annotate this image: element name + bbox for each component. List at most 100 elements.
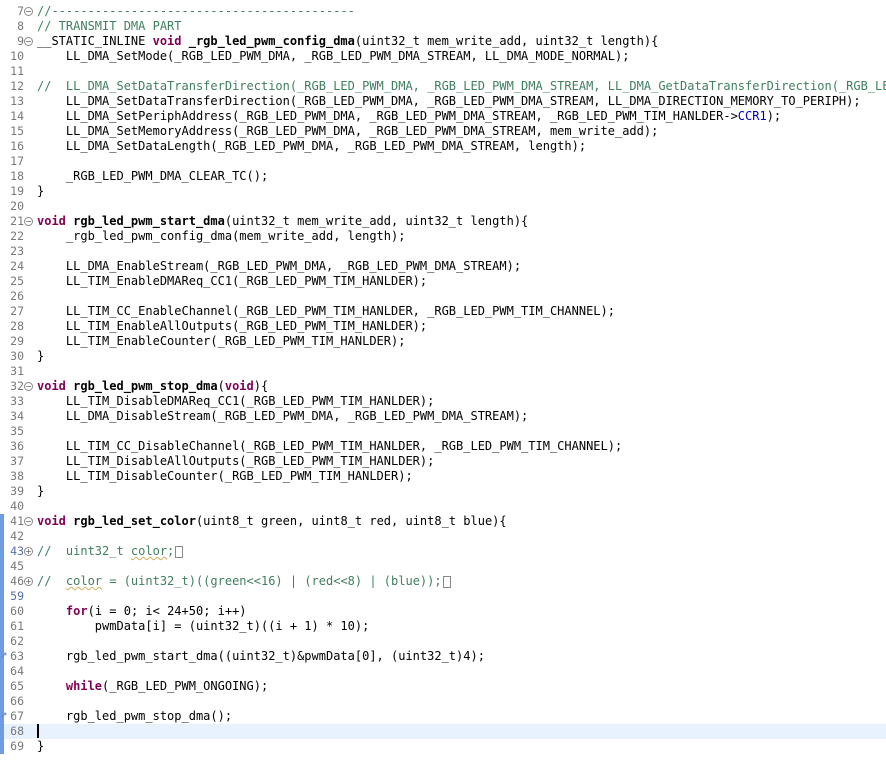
fold-collapse-icon[interactable]: − (24, 7, 33, 16)
line-number: 29 (10, 334, 24, 348)
code-line[interactable]: 9− __STATIC_INLINE void _rgb_led_pwm_conf… (0, 34, 886, 49)
line-number: 23 (10, 244, 24, 258)
line-number: 37 (10, 454, 24, 468)
code-token: void (37, 379, 74, 393)
line-number: 36 (10, 439, 24, 453)
code-line[interactable]: 28 LL_TIM_EnableAllOutputs(_RGB_LED_PWM_… (0, 319, 886, 334)
code-line[interactable]: 38 LL_TIM_DisableCounter(_RGB_LED_PWM_TI… (0, 469, 886, 484)
line-number: 68 (10, 724, 24, 738)
code-line[interactable]: 13 LL_DMA_SetDataTransferDirection(_RGB_… (0, 94, 886, 109)
code-line[interactable]: 40 (0, 499, 886, 514)
code-text: LL_TIM_CC_DisableChannel(_RGB_LED_PWM_TI… (37, 439, 622, 454)
code-token: (i = 0; i< 24+50; i++) (87, 604, 247, 618)
folded-region-icon[interactable] (175, 545, 184, 558)
code-token: // (37, 574, 66, 588)
code-text: // TRANSMIT DMA PART (37, 19, 182, 34)
code-line[interactable]: 17 (0, 154, 886, 169)
code-line[interactable]: 19} (0, 184, 886, 199)
code-line[interactable]: 36 LL_TIM_CC_DisableChannel(_RGB_LED_PWM… (0, 439, 886, 454)
line-number: 26 (10, 289, 24, 303)
code-line[interactable]: 64 (0, 664, 886, 679)
code-line[interactable]: 14 LL_DMA_SetPeriphAddress(_RGB_LED_PWM_… (0, 109, 886, 124)
code-line[interactable]: 34 LL_DMA_DisableStream(_RGB_LED_PWM_DMA… (0, 409, 886, 424)
code-line[interactable]: 20 (0, 199, 886, 214)
fold-collapse-icon[interactable]: − (24, 217, 33, 226)
line-number: 16 (10, 139, 24, 153)
code-line[interactable]: 39} (0, 484, 886, 499)
code-editor[interactable]: 7−//------------------------------------… (0, 0, 886, 760)
code-line[interactable]: 15 LL_DMA_SetMemoryAddress(_RGB_LED_PWM_… (0, 124, 886, 139)
code-line[interactable]: 24 LL_DMA_EnableStream(_RGB_LED_PWM_DMA,… (0, 259, 886, 274)
code-token: (uint32_t mem_write_add, uint32_t length… (354, 34, 659, 48)
code-text: } (37, 184, 44, 199)
code-text: LL_TIM_EnableCounter(_RGB_LED_PWM_TIM_HA… (37, 334, 406, 349)
code-line[interactable]: 10 LL_DMA_SetMode(_RGB_LED_PWM_DMA, _RGB… (0, 49, 886, 64)
code-line[interactable]: 7−//------------------------------------… (0, 4, 886, 19)
code-line[interactable]: 45 (0, 559, 886, 574)
code-line[interactable]: 21− void rgb_led_pwm_start_dma(uint32_t m… (0, 214, 886, 229)
code-line[interactable]: 41− void rgb_led_set_color(uint8_t green,… (0, 514, 886, 529)
code-text: LL_TIM_EnableDMAReq_CC1(_RGB_LED_PWM_TIM… (37, 274, 427, 289)
line-number: 67 (10, 709, 24, 723)
code-line[interactable]: 25 LL_TIM_EnableDMAReq_CC1(_RGB_LED_PWM_… (0, 274, 886, 289)
code-token: LL_TIM_CC_DisableChannel(_RGB_LED_PWM_TI… (37, 439, 623, 453)
code-line[interactable]: 32− void rgb_led_pwm_stop_dma(void){ (0, 379, 886, 394)
code-text: // uint32_t color; (37, 544, 184, 559)
code-line[interactable]: 23 (0, 244, 886, 259)
code-line[interactable]: 65 while(_RGB_LED_PWM_ONGOING); (0, 679, 886, 694)
code-token: color (65, 574, 103, 588)
code-line[interactable]: 26 (0, 289, 886, 304)
code-line[interactable]: 46 + // color = (uint32_t)((green<<16) | (… (0, 574, 886, 589)
code-line[interactable]: 29 LL_TIM_EnableCounter(_RGB_LED_PWM_TIM… (0, 334, 886, 349)
code-line[interactable]: 69} (0, 739, 886, 754)
folded-region-icon[interactable] (442, 575, 451, 588)
line-number: 19 (10, 184, 24, 198)
code-token: LL_DMA_SetPeriphAddress(_RGB_LED_PWM_DMA… (37, 109, 738, 123)
line-number: 33 (10, 394, 24, 408)
code-token: pwmData[i] = (uint32_t)((i + 1) * 10); (37, 619, 370, 633)
code-line[interactable]: 61 pwmData[i] = (uint32_t)((i + 1) * 10)… (0, 619, 886, 634)
code-line[interactable]: 68 (0, 724, 886, 739)
code-line[interactable]: 30} (0, 349, 886, 364)
code-line[interactable]: 60 for(i = 0; i< 24+50; i++) (0, 604, 886, 619)
code-line[interactable]: 16 LL_DMA_SetDataLength(_RGB_LED_PWM_DMA… (0, 139, 886, 154)
line-number: 66 (10, 694, 24, 708)
code-line[interactable]: 33 LL_TIM_DisableDMAReq_CC1(_RGB_LED_PWM… (0, 394, 886, 409)
code-line[interactable]: 11 (0, 64, 886, 79)
code-token: void (224, 379, 254, 393)
code-line[interactable]: 66 (0, 694, 886, 709)
code-text: rgb_led_pwm_start_dma((uint32_t)&pwmData… (37, 649, 485, 664)
line-number: 39 (10, 484, 24, 498)
code-line[interactable]: 27 LL_TIM_CC_EnableChannel(_RGB_LED_PWM_… (0, 304, 886, 319)
code-token: } (37, 349, 45, 363)
code-token: //--------------------------------------… (37, 4, 355, 18)
fold-expand-icon[interactable]: + (24, 577, 33, 586)
code-line[interactable]: 37 LL_TIM_DisableAllOutputs(_RGB_LED_PWM… (0, 454, 886, 469)
code-text: __STATIC_INLINE void _rgb_led_pwm_config… (37, 34, 658, 49)
code-line[interactable]: ↗ 67 rgb_led_pwm_stop_dma(); (0, 709, 886, 724)
code-line[interactable]: 31 (0, 364, 886, 379)
code-line[interactable]: 43 + // uint32_t color; (0, 544, 886, 559)
code-line[interactable]: 8 // TRANSMIT DMA PART (0, 19, 886, 34)
code-token: LL_TIM_CC_EnableChannel(_RGB_LED_PWM_TIM… (37, 304, 615, 318)
code-line[interactable]: 59 (0, 589, 886, 604)
code-line[interactable]: 12 // LL_DMA_SetDataTransferDirection(_RG… (0, 79, 886, 94)
line-number: 28 (10, 319, 24, 333)
code-line[interactable]: 62 (0, 634, 886, 649)
code-text: LL_TIM_CC_EnableChannel(_RGB_LED_PWM_TIM… (37, 304, 615, 319)
code-line[interactable]: 35 (0, 424, 886, 439)
code-text: LL_DMA_EnableStream(_RGB_LED_PWM_DMA, _R… (37, 259, 521, 274)
fold-collapse-icon[interactable]: − (24, 382, 33, 391)
fold-collapse-icon[interactable]: − (24, 517, 33, 526)
code-text: // LL_DMA_SetDataTransferDirection(_RGB_… (37, 79, 886, 94)
fold-collapse-icon[interactable]: − (24, 37, 33, 46)
line-number: 12 (10, 79, 24, 93)
fold-expand-icon[interactable]: + (24, 547, 33, 556)
code-token: LL_TIM_EnableCounter(_RGB_LED_PWM_TIM_HA… (37, 334, 406, 348)
code-token: } (37, 739, 45, 753)
code-line[interactable]: 42 (0, 529, 886, 544)
code-line[interactable]: 18 _RGB_LED_PWM_DMA_CLEAR_TC(); (0, 169, 886, 184)
code-line[interactable]: 22 _rgb_led_pwm_config_dma(mem_write_add… (0, 229, 886, 244)
code-line[interactable]: ↗ 63 rgb_led_pwm_start_dma((uint32_t)&pwm… (0, 649, 886, 664)
code-token: rgb_led_set_color (73, 514, 196, 528)
